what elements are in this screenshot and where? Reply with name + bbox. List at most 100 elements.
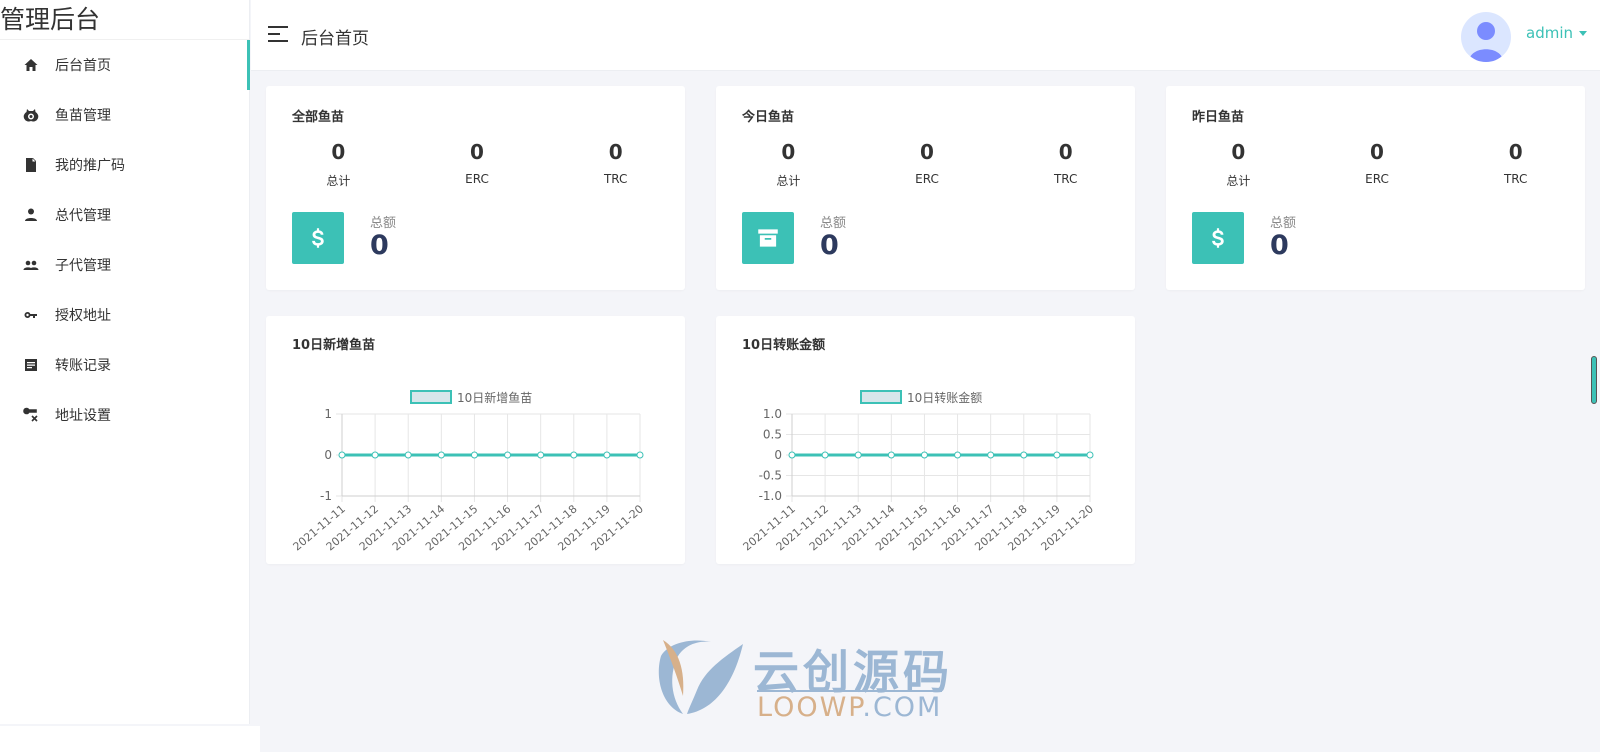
dollar-icon bbox=[292, 212, 344, 264]
sidebar-item-label: 总代管理 bbox=[55, 208, 111, 224]
chart-transfer-amount: 10日转账金额1.00.50-0.5-1.02021-11-112021-11-… bbox=[741, 390, 1096, 553]
brand-title: 管理后台 bbox=[0, 0, 249, 40]
sidebar-item-fish[interactable]: 鱼苗管理 bbox=[0, 90, 249, 140]
stat-grid: 0 总计 0 ERC 0 TRC bbox=[1166, 140, 1585, 189]
document-icon bbox=[22, 156, 40, 174]
scrollbar-thumb[interactable] bbox=[1591, 356, 1597, 404]
user-menu[interactable]: admin bbox=[1526, 24, 1587, 42]
stat-value: 0 bbox=[781, 140, 796, 164]
chart-card-transfer-amount: 10日转账金额 10日转账金额 1.0 0.5 0 -0.5 -1.0 2021-11-11… bbox=[716, 316, 1135, 564]
stat-label: TRC bbox=[1053, 172, 1078, 186]
legend-label: 10日新增鱼苗 bbox=[457, 390, 532, 405]
sidebar-item-home[interactable]: 后台首页 bbox=[0, 40, 250, 90]
archive-icon bbox=[742, 212, 794, 264]
stat-card-today: 今日鱼苗 0 总计 0 ERC 0 TRC 总额 0 bbox=[716, 86, 1135, 290]
page-title: 后台首页 bbox=[301, 29, 369, 49]
people-icon bbox=[22, 256, 40, 274]
key-icon bbox=[22, 306, 40, 324]
fish-icon bbox=[22, 106, 40, 124]
sidebar-item-label: 鱼苗管理 bbox=[55, 108, 111, 124]
data-point bbox=[504, 451, 512, 459]
stat-value: 0 bbox=[470, 140, 484, 164]
y-tick-label: 0 bbox=[324, 448, 332, 462]
y-tick-label: 0 bbox=[774, 448, 782, 462]
y-tick-label: 1 bbox=[324, 407, 332, 421]
stat-card-yesterday: 昨日鱼苗 0 总计 0 ERC 0 TRC 总额 0 bbox=[1166, 86, 1585, 290]
sidebar-footer bbox=[0, 726, 260, 752]
card-title: 昨日鱼苗 bbox=[1192, 110, 1245, 125]
stat-erc: 0 ERC bbox=[408, 140, 547, 189]
stat-value: 0 bbox=[1058, 140, 1073, 164]
sidebar-item-address-settings[interactable]: 地址设置 bbox=[0, 390, 249, 440]
sidebar-item-agents[interactable]: 总代管理 bbox=[0, 190, 249, 240]
person-icon bbox=[22, 206, 40, 224]
stat-label: TRC bbox=[1503, 172, 1528, 186]
watermark-url-part: LOOWP bbox=[757, 692, 863, 723]
sidebar-item-sub-agents[interactable]: 子代管理 bbox=[0, 240, 249, 290]
legend-swatch bbox=[860, 390, 902, 404]
sidebar-item-label: 后台首页 bbox=[55, 58, 111, 74]
stat-label: ERC bbox=[465, 172, 489, 186]
watermark-url-dot: . bbox=[862, 692, 873, 723]
menu-toggle-icon[interactable] bbox=[268, 26, 290, 44]
sidebar-item-label: 子代管理 bbox=[55, 258, 111, 274]
card-title: 全部鱼苗 bbox=[292, 110, 345, 125]
sum-label: 总额 bbox=[1270, 216, 1297, 231]
data-point bbox=[1053, 451, 1061, 459]
home-icon bbox=[22, 56, 40, 74]
stat-grid: 0 总计 0 ERC 0 TRC bbox=[266, 140, 685, 189]
stat-label: 总计 bbox=[326, 174, 351, 188]
stat-total: 0 总计 bbox=[719, 140, 858, 189]
y-tick-label: -0.5 bbox=[759, 469, 782, 483]
sidebar-item-label: 我的推广码 bbox=[55, 158, 125, 174]
stat-value: 0 bbox=[1370, 140, 1384, 164]
y-tick-label: 0.5 bbox=[763, 428, 782, 442]
legend-label: 10日转账金额 bbox=[907, 390, 982, 405]
watermark-url: LOOWP.COM bbox=[757, 690, 943, 723]
sidebar-item-label: 授权地址 bbox=[55, 308, 111, 324]
data-point bbox=[537, 451, 545, 459]
sum-value: 0 bbox=[820, 230, 839, 261]
data-point bbox=[954, 451, 962, 459]
sum-value: 0 bbox=[1270, 230, 1289, 261]
stat-value: 0 bbox=[1231, 140, 1246, 164]
sidebar-menu: 后台首页 鱼苗管理 我的推广码 总代管理 子代管理 授权地址 转账记录 地址设置 bbox=[0, 40, 250, 440]
stat-label: ERC bbox=[915, 172, 939, 186]
data-point bbox=[470, 451, 478, 459]
data-point bbox=[987, 451, 995, 459]
stat-value: 0 bbox=[1508, 140, 1523, 164]
sidebar-item-label: 转账记录 bbox=[55, 358, 111, 374]
stat-card-all: 全部鱼苗 0 总计 0 ERC 0 TRC 总额 0 bbox=[266, 86, 685, 290]
avatar[interactable] bbox=[1461, 12, 1511, 62]
data-point bbox=[437, 451, 445, 459]
data-point bbox=[1086, 451, 1094, 459]
chart-new-fish: 10日新增鱼苗10-12021-11-112021-11-122021-11-1… bbox=[291, 390, 646, 553]
watermark: 云创源码 LOOWP.COM bbox=[653, 636, 953, 723]
sidebar-item-auth-address[interactable]: 授权地址 bbox=[0, 290, 249, 340]
stat-erc: 0 ERC bbox=[1308, 140, 1447, 189]
watermark-url-part: COM bbox=[872, 692, 943, 723]
top-header: 后台首页 admin bbox=[251, 0, 1600, 71]
stat-total: 0 总计 bbox=[1169, 140, 1308, 189]
dollar-icon bbox=[1192, 212, 1244, 264]
stat-label: 总计 bbox=[1226, 174, 1251, 188]
stat-erc: 0 ERC bbox=[858, 140, 997, 189]
data-point bbox=[404, 451, 412, 459]
sidebar-item-transfers[interactable]: 转账记录 bbox=[0, 340, 249, 390]
stat-trc: 0 TRC bbox=[1446, 140, 1585, 189]
data-point bbox=[371, 451, 379, 459]
watermark-logo-icon bbox=[658, 640, 743, 714]
sidebar-item-promo-code[interactable]: 我的推广码 bbox=[0, 140, 249, 190]
data-point bbox=[887, 451, 895, 459]
stat-value: 0 bbox=[331, 140, 346, 164]
sum-label: 总额 bbox=[820, 216, 847, 231]
card-title: 今日鱼苗 bbox=[742, 110, 795, 125]
stat-label: 总计 bbox=[776, 174, 801, 188]
chart-card-new-fish: 10日新增鱼苗 10日新增鱼苗 1 0 -1 2021-11-11 2021-11-12 2… bbox=[266, 316, 685, 564]
data-point bbox=[788, 451, 796, 459]
y-tick-label: -1.0 bbox=[759, 489, 782, 503]
data-point bbox=[1020, 451, 1028, 459]
data-point bbox=[338, 451, 346, 459]
stat-value: 0 bbox=[608, 140, 623, 164]
address-settings-icon bbox=[22, 406, 40, 424]
